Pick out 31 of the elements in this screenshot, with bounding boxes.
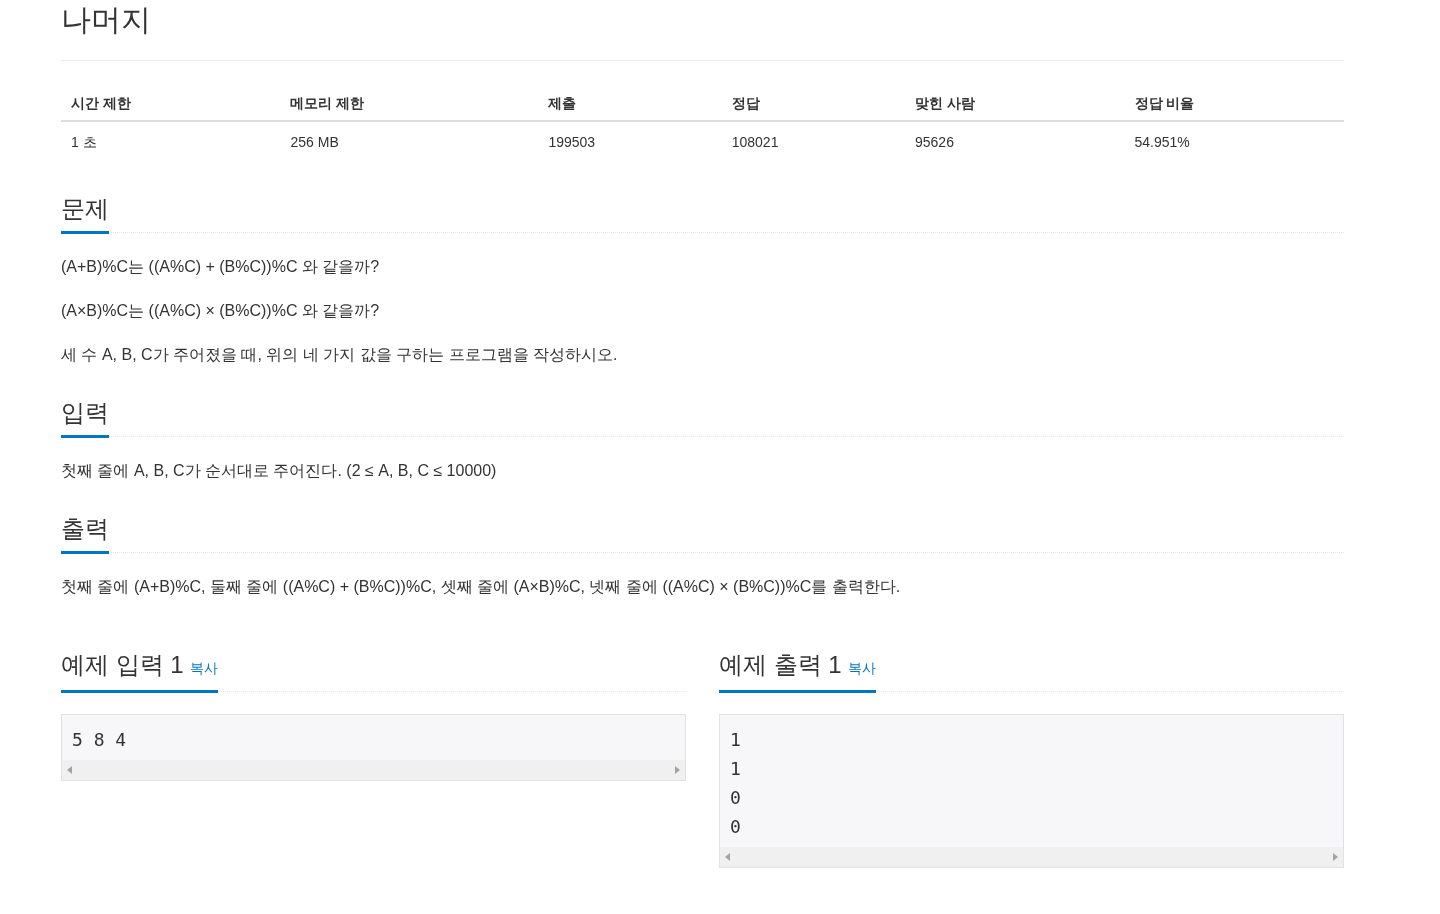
sample-heading: 예제 입력 1 [61,650,184,680]
paragraph: 세 수 A, B, C가 주어졌을 때, 위의 네 가지 값을 구하는 프로그램을 작성하시오. [61,345,619,365]
copy-link[interactable]: 복사 [189,652,218,684]
copy-link[interactable]: 복사 [847,652,876,684]
column-header: 시간 제한 [61,87,281,121]
column-header: 맞힌 사람 [905,87,1125,121]
sample-heading: 예제 출력 1 [719,650,842,680]
paragraph: (A×B)%C는 ((A%C) × (B%C))%C 와 같을까? [61,301,381,321]
scroll-left-icon[interactable] [725,853,730,861]
scroll-left-icon[interactable] [67,766,72,774]
paragraph: 첫째 줄에 A, B, C가 순서대로 주어진다. (2 ≤ A, B, C ≤ 10000) [61,461,498,481]
scroll-right-icon[interactable] [675,766,680,774]
table-cell: 1 초 [61,121,281,163]
paragraph: 첫째 줄에 (A+B)%C, 둘째 줄에 ((A%C) + (B%C))%C, 셋째 줄에 (A×B)%C, 넷째 줄에 ((A%C) × (B%C))%C를 출력한다. [61,577,902,597]
scroll-right-icon[interactable] [1333,853,1338,861]
paragraph: (A+B)%C는 ((A%C) + (B%C))%C 와 같을까? [61,257,381,277]
table-cell: 95626 [905,121,1125,163]
problem-title: 나머지 [61,0,1344,61]
column-header: 메모리 제한 [280,87,539,121]
table-cell: 54.951% [1124,121,1344,163]
code-text: 1 1 0 0 [729,728,742,839]
column-header: 정답 [721,87,905,121]
table-cell: 256 MB [280,121,539,163]
section-heading: 문제 [61,193,109,234]
code-text: 5 8 4 [71,728,128,752]
section-heading: 출력 [61,513,109,554]
column-header: 제출 [538,87,722,121]
table-cell: 199503 [538,121,722,163]
section-heading: 입력 [61,397,109,438]
column-header: 정답 비율 [1124,87,1344,121]
table-cell: 108021 [721,121,905,163]
